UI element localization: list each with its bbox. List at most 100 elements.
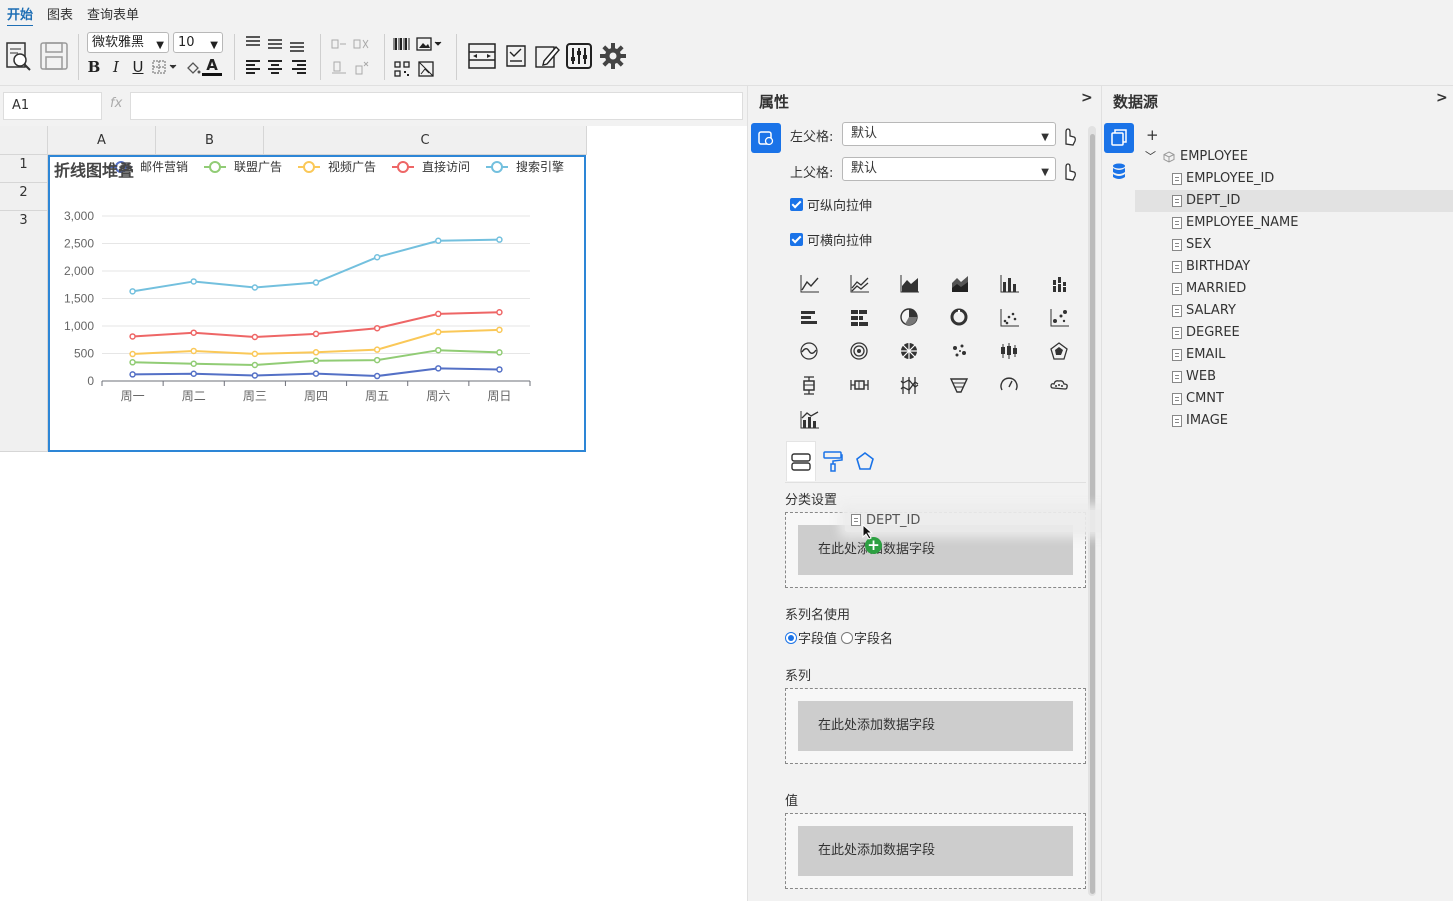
chart-type-smooth-line-icon[interactable]: [797, 339, 821, 363]
properties-collapse-button[interactable]: >: [1081, 90, 1093, 106]
tree-table-employee[interactable]: ﹀ EMPLOYEE: [1135, 146, 1453, 168]
underline-button[interactable]: U: [128, 57, 148, 77]
series-name-field-value-radio[interactable]: 字段值: [785, 628, 837, 647]
chart-type-funnel-spiral-icon[interactable]: [847, 339, 871, 363]
data-settings-tab[interactable]: [786, 441, 816, 481]
row-header-2[interactable]: 2: [0, 183, 48, 211]
gear-icon[interactable]: [598, 40, 628, 72]
chart-type-line-stack-icon[interactable]: [847, 271, 871, 295]
tree-field-row[interactable]: WEB: [1135, 366, 1453, 388]
chart-type-area-stack-icon[interactable]: [947, 271, 971, 295]
pointer-hand-icon[interactable]: [1060, 161, 1080, 181]
shape-pentagon-tab[interactable]: [850, 441, 880, 481]
align-bottom-icon[interactable]: [288, 38, 306, 54]
chart-type-vertical-boxplot-icon[interactable]: [797, 373, 821, 397]
qrcode-icon[interactable]: [392, 60, 412, 78]
chart-type-ring-icon[interactable]: [947, 305, 971, 329]
tab-query-form[interactable]: 查询表单: [87, 4, 139, 23]
tree-field-row[interactable]: BIRTHDAY: [1135, 256, 1453, 278]
legend-label[interactable]: 视频广告: [328, 159, 376, 174]
database-icon[interactable]: [1104, 156, 1134, 186]
chart-type-scatter-icon[interactable]: [997, 305, 1021, 329]
chart-type-line-icon[interactable]: [797, 271, 821, 295]
column-header-c[interactable]: C: [264, 126, 587, 155]
chart-type-bar-stack-icon[interactable]: [1047, 271, 1071, 295]
chart-type-dot-cluster-icon[interactable]: [947, 339, 971, 363]
top-parent-select[interactable]: 默认 ▼: [842, 157, 1056, 181]
font-family-select[interactable]: 微软雅黑 ▼: [87, 32, 169, 53]
tree-field-row[interactable]: SALARY: [1135, 300, 1453, 322]
tree-field-row[interactable]: MARRIED: [1135, 278, 1453, 300]
legend-label[interactable]: 直接访问: [422, 159, 470, 174]
image-insert-icon[interactable]: [416, 36, 444, 52]
value-dropzone[interactable]: 在此处添加数据字段: [785, 813, 1086, 889]
chart-type-radar-wheel-icon[interactable]: [897, 339, 921, 363]
style-brush-tab[interactable]: [818, 441, 848, 481]
chart-type-area-icon[interactable]: [897, 271, 921, 295]
cell-reference-input[interactable]: A1: [3, 92, 102, 120]
chart-type-wordcloud-icon[interactable]: [1047, 373, 1071, 397]
cell-properties-tab[interactable]: [751, 123, 781, 153]
legend-label[interactable]: 联盟广告: [234, 160, 282, 174]
tree-field-row[interactable]: IMAGE: [1135, 410, 1453, 432]
align-top-icon[interactable]: [244, 34, 262, 50]
pointer-hand-icon[interactable]: [1060, 126, 1080, 146]
datasource-collapse-button[interactable]: >: [1436, 90, 1448, 106]
tab-chart[interactable]: 图表: [47, 4, 73, 23]
tree-field-row[interactable]: EMAIL: [1135, 344, 1453, 366]
report-list-icon[interactable]: [502, 40, 532, 72]
chart-type-horizontal-bar-stack-icon[interactable]: [847, 305, 871, 329]
preview-icon[interactable]: [3, 40, 33, 72]
corner-cell[interactable]: [0, 126, 48, 155]
chart-type-bar-icon[interactable]: [997, 271, 1021, 295]
column-header-a[interactable]: A: [48, 126, 156, 155]
align-center-icon[interactable]: [266, 58, 284, 76]
row-header-3[interactable]: 3: [0, 211, 48, 452]
chart-type-parallel-icon[interactable]: [897, 373, 921, 397]
sliders-icon[interactable]: [564, 40, 594, 72]
chart-cell[interactable]: 3,000 2,500 2,000 1,500 1,000 500 0 周一 周二 周三 周四 周五 周…: [48, 155, 586, 452]
border-icon[interactable]: [151, 58, 179, 76]
legend-label[interactable]: 邮件营销: [140, 160, 188, 174]
left-parent-select[interactable]: 默认 ▼: [842, 122, 1056, 146]
chart-type-gauge-icon[interactable]: [997, 373, 1021, 397]
row-column-icon[interactable]: [466, 40, 498, 72]
tree-field-row[interactable]: EMPLOYEE_ID: [1135, 168, 1453, 190]
legend-label[interactable]: 搜索引擎: [516, 159, 564, 174]
barcode-icon[interactable]: [392, 36, 412, 52]
edit-icon[interactable]: [533, 40, 561, 72]
save-icon[interactable]: [38, 40, 70, 72]
column-header-b[interactable]: B: [156, 126, 264, 155]
font-size-select[interactable]: 10 ▼: [173, 32, 223, 53]
add-dataset-button[interactable]: +: [1146, 126, 1159, 144]
chart-type-combo-icon[interactable]: [797, 407, 821, 431]
align-left-icon[interactable]: [244, 58, 262, 76]
series-dropzone[interactable]: 在此处添加数据字段: [785, 688, 1086, 764]
slash-image-icon[interactable]: [416, 60, 436, 78]
tree-field-row[interactable]: EMPLOYEE_NAME: [1135, 212, 1453, 234]
vertical-stretch-checkbox[interactable]: 可纵向拉伸: [790, 195, 872, 214]
tree-field-row[interactable]: DEPT_ID: [1135, 190, 1453, 212]
italic-button[interactable]: I: [106, 57, 126, 77]
chart-type-polygon-radar-icon[interactable]: [1047, 339, 1071, 363]
tree-field-row[interactable]: DEGREE: [1135, 322, 1453, 344]
dataset-tab[interactable]: [1104, 123, 1134, 153]
tree-field-row[interactable]: SEX: [1135, 234, 1453, 256]
font-color-button[interactable]: A: [202, 57, 222, 76]
chart-type-funnel-icon[interactable]: [947, 373, 971, 397]
chart-type-scatter-bubble-icon[interactable]: [1047, 305, 1071, 329]
series-name-field-name-radio[interactable]: 字段名: [841, 628, 893, 647]
chart-type-horizontal-bar-icon[interactable]: [797, 305, 821, 329]
chart-type-pie-icon[interactable]: [897, 305, 921, 329]
formula-input[interactable]: [130, 92, 743, 120]
align-right-icon[interactable]: [290, 58, 308, 76]
horizontal-stretch-checkbox[interactable]: 可横向拉伸: [790, 230, 872, 249]
tree-field-row[interactable]: CMNT: [1135, 388, 1453, 410]
fill-color-icon[interactable]: [184, 58, 202, 76]
align-middle-icon[interactable]: [266, 36, 284, 52]
row-header-1[interactable]: 1: [0, 155, 48, 183]
chart-type-horizontal-boxplot-icon[interactable]: [847, 373, 871, 397]
bold-button[interactable]: B: [84, 57, 104, 77]
tab-start[interactable]: 开始: [7, 4, 34, 27]
spreadsheet[interactable]: A B C 1 2 3 3,000 2,500 2,000 1,500 1,000 500…: [0, 126, 747, 901]
